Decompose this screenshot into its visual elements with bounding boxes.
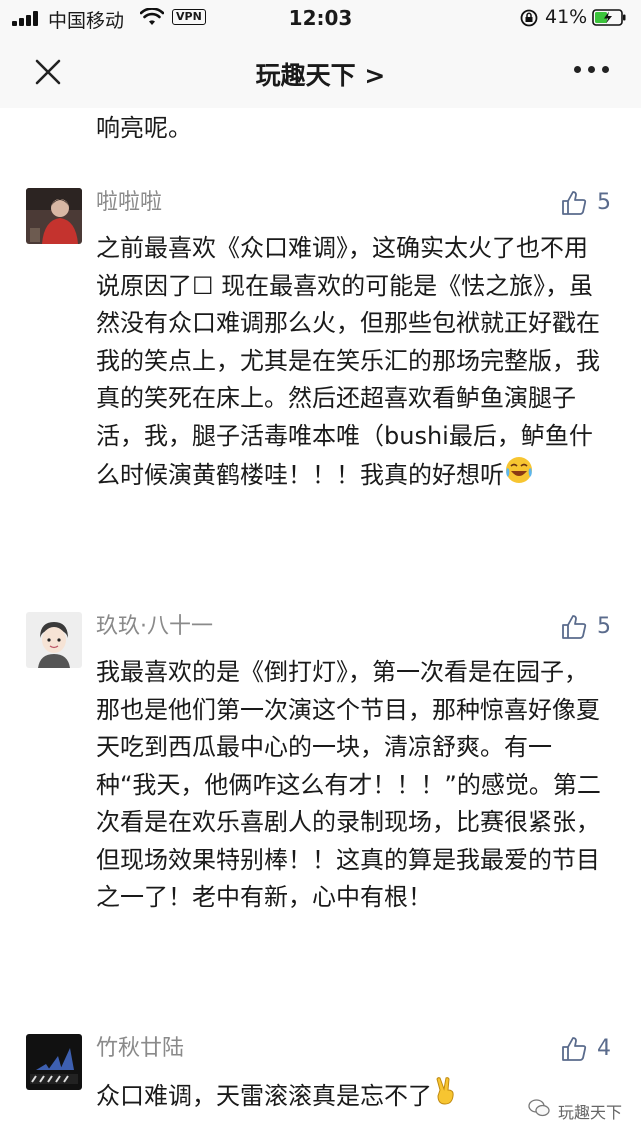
nav-bar: 玩趣天下 > bbox=[0, 36, 641, 108]
battery-percent: 41% bbox=[545, 6, 588, 28]
avatar[interactable] bbox=[26, 1034, 82, 1090]
like-count: 5 bbox=[597, 614, 611, 639]
previous-comment-tail: 响亮呢。 bbox=[96, 114, 192, 142]
comment-author: 啦啦啦 bbox=[96, 190, 163, 215]
laughing-crying-emoji-icon bbox=[504, 455, 534, 497]
victory-hand-emoji-icon bbox=[432, 1076, 460, 1118]
comment-author: 玖玖·八十一 bbox=[96, 614, 213, 639]
thumbs-up-icon bbox=[562, 1037, 587, 1061]
like-count: 5 bbox=[597, 190, 611, 215]
like-button[interactable]: 4 bbox=[561, 1034, 621, 1064]
status-bar: 中国移动 VPN 12:03 41% bbox=[0, 0, 641, 36]
comment-author: 竹秋廿陆 bbox=[96, 1036, 185, 1061]
comment-text: 之前最喜欢《众口难调》，这确实太火了也不用说原因了☐ 现在最喜欢的可能是《怯之旅… bbox=[96, 230, 604, 497]
comment-item: 啦啦啦 5 之前最喜欢《众口难调》，这确实太火了也不用说原因了☐ 现在最喜欢的可… bbox=[0, 188, 641, 568]
thumbs-up-icon bbox=[562, 191, 587, 215]
like-button[interactable]: 5 bbox=[561, 612, 621, 642]
comment-body: 之前最喜欢《众口难调》，这确实太火了也不用说原因了☐ 现在最喜欢的可能是《怯之旅… bbox=[96, 234, 600, 489]
wechat-icon bbox=[528, 1099, 550, 1117]
like-button[interactable]: 5 bbox=[561, 188, 621, 218]
comment-item: 竹秋廿陆 4 众口难调，天雷滚滚真是忘不了 bbox=[0, 1034, 641, 1140]
watermark-text: 玩趣天下 bbox=[558, 1103, 623, 1122]
comment-body: 众口难调，天雷滚滚真是忘不了 bbox=[96, 1081, 432, 1110]
comment-list: 响亮呢。 啦啦啦 5 之前最喜欢《众口难调》，这确实太火了也不用说原因了☐ 现在… bbox=[0, 108, 641, 1140]
comment-text: 我最喜欢的是《倒打灯》，第一次看是在园子，那也是他们第一次演这个节目，那种惊喜好… bbox=[96, 658, 601, 911]
avatar[interactable] bbox=[26, 612, 82, 668]
more-options-icon[interactable] bbox=[574, 66, 610, 76]
comment-item: 玖玖·八十一 5 我最喜欢的是《倒打灯》，第一次看是在园子，那也是他们第一次演这… bbox=[0, 612, 641, 992]
like-count: 4 bbox=[597, 1036, 611, 1061]
rotation-lock-icon bbox=[520, 9, 538, 27]
account-title-link[interactable]: 玩趣天下 > bbox=[0, 56, 641, 92]
thumbs-up-icon bbox=[562, 615, 587, 639]
avatar[interactable] bbox=[26, 188, 82, 244]
battery-icon bbox=[592, 9, 626, 26]
